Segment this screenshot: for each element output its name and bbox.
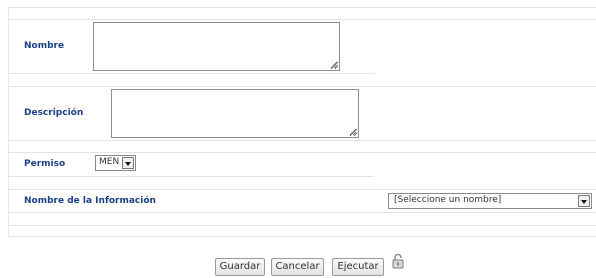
separator (8, 176, 374, 177)
chevron-down-icon[interactable] (578, 195, 590, 207)
separator (8, 189, 596, 190)
cancelar-button[interactable]: Cancelar (271, 258, 324, 276)
guardar-button[interactable]: Guardar (215, 258, 265, 276)
lock-icon (392, 253, 404, 269)
permiso-select[interactable]: MEN (95, 155, 136, 171)
separator (8, 86, 596, 87)
separator (8, 225, 596, 226)
separator (8, 7, 9, 237)
descripcion-label: Descripción (24, 108, 84, 118)
nombre-textarea[interactable] (93, 22, 340, 71)
separator (8, 73, 374, 74)
nombre-label: Nombre (24, 41, 65, 51)
ejecutar-button[interactable]: Ejecutar (332, 258, 384, 276)
separator (8, 7, 596, 8)
info-selected-value: [Seleccione un nombre] (394, 195, 502, 205)
descripcion-textarea[interactable] (111, 89, 359, 138)
separator (8, 212, 596, 213)
separator (8, 152, 596, 153)
permiso-selected-value: MEN (99, 157, 120, 167)
separator (8, 140, 596, 141)
chevron-down-icon[interactable] (122, 157, 134, 169)
separator (8, 236, 596, 237)
permiso-label: Permiso (24, 159, 66, 169)
info-select[interactable]: [Seleccione un nombre] (388, 193, 592, 209)
separator (8, 19, 596, 20)
info-label: Nombre de la Información (24, 196, 156, 206)
